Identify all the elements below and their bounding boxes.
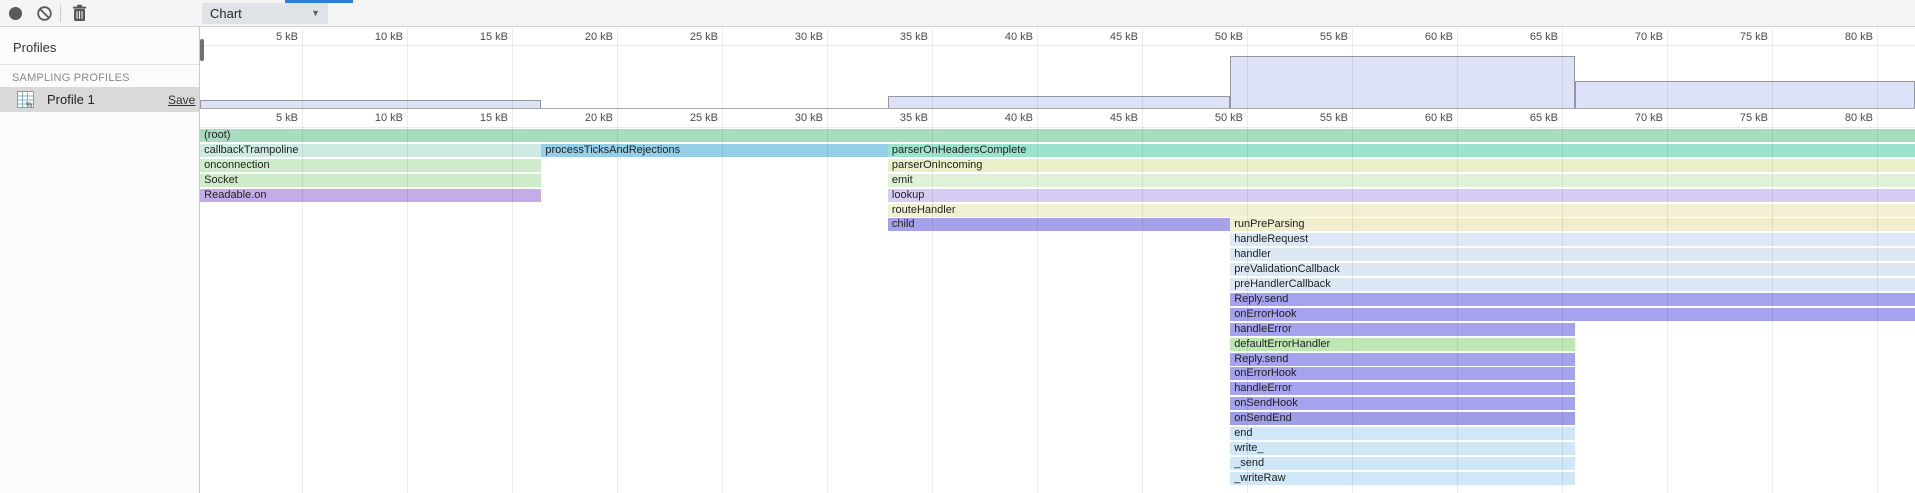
overview-ruler-tick-label: 15 kB xyxy=(448,31,508,43)
flame-ruler-tick-label: 30 kB xyxy=(763,112,823,124)
frame-parseronincoming[interactable]: parserOnIncoming xyxy=(888,159,1915,172)
svg-text:%: % xyxy=(26,102,32,108)
flame-ruler-tick-label: 40 kB xyxy=(973,112,1033,124)
flame-ruler-tick-label: 15 kB xyxy=(448,112,508,124)
record-icon[interactable] xyxy=(9,7,22,20)
overview-ruler-tick-label: 25 kB xyxy=(658,31,718,43)
frame-handlerequest[interactable]: handleRequest xyxy=(1230,233,1915,246)
toolbar-separator xyxy=(60,5,61,22)
gridline xyxy=(617,28,618,493)
flame-ruler-tick-label: 75 kB xyxy=(1708,112,1768,124)
flame-ruler-tick-label: 5 kB xyxy=(238,112,298,124)
frame-child[interactable]: child xyxy=(888,218,1230,231)
frame-reply-send[interactable]: Reply.send xyxy=(1230,293,1915,306)
frame-routehandler[interactable]: routeHandler xyxy=(888,204,1915,217)
frame-prevalidationcallback[interactable]: preValidationCallback xyxy=(1230,263,1915,276)
flame-ruler-tick-label: 10 kB xyxy=(343,112,403,124)
gridline xyxy=(827,28,828,493)
overview-ruler-tick-label: 60 kB xyxy=(1393,31,1453,43)
flame-ruler-tick-label: 65 kB xyxy=(1498,112,1558,124)
gridline xyxy=(722,28,723,493)
frame-defaulterrorhandler[interactable]: defaultErrorHandler xyxy=(1230,338,1574,351)
overview-memory-step xyxy=(1230,56,1574,108)
flame-ruler-tick-label: 70 kB xyxy=(1603,112,1663,124)
flame-ruler-tick-label: 25 kB xyxy=(658,112,718,124)
frame-socket[interactable]: Socket xyxy=(200,174,541,187)
profile-icon: % xyxy=(17,91,34,108)
flame-ruler-tick-label: 45 kB xyxy=(1078,112,1138,124)
flame-ruler-tick-label: 50 kB xyxy=(1183,112,1243,124)
trash-icon[interactable] xyxy=(71,4,88,23)
frame-onconnection[interactable]: onconnection xyxy=(200,159,541,172)
frame-handler[interactable]: handler xyxy=(1230,248,1915,261)
frame-end[interactable]: end xyxy=(1230,427,1574,440)
frame-handleerror[interactable]: handleError xyxy=(1230,382,1574,395)
frame-onsendend[interactable]: onSendEnd xyxy=(1230,412,1574,425)
frame-writeraw[interactable]: _writeRaw xyxy=(1230,472,1574,485)
sidebar-divider xyxy=(0,64,199,65)
profiler-panel: 5 kB 5 kB 10 kB 10 kB 15 kB 15 kB 20 kB 20 kB 25… xyxy=(0,0,1915,493)
overview-ruler-tick-label: 35 kB xyxy=(868,31,928,43)
overview-bottom-border xyxy=(200,108,1915,109)
flame-ruler-tick-label: 60 kB xyxy=(1393,112,1453,124)
frame-runpreparsing[interactable]: runPreParsing xyxy=(1230,218,1915,231)
flame-ruler-tick-label: 20 kB xyxy=(553,112,613,124)
frame-onerrorhook[interactable]: onErrorHook xyxy=(1230,308,1915,321)
frame-send[interactable]: _send xyxy=(1230,457,1574,470)
overview-ruler-tick-label: 75 kB xyxy=(1708,31,1768,43)
profile-name: Profile 1 xyxy=(47,92,95,107)
overview-ruler-tick-label: 45 kB xyxy=(1078,31,1138,43)
frame-processticksandrejections[interactable]: processTicksAndRejections xyxy=(541,144,888,157)
frame-handleerror[interactable]: handleError xyxy=(1230,323,1574,336)
frame-onsendhook[interactable]: onSendHook xyxy=(1230,397,1574,410)
overview-ruler-tick-label: 40 kB xyxy=(973,31,1033,43)
frame-readable-on[interactable]: Readable.on xyxy=(200,189,541,202)
toolbar: Chart ▼ xyxy=(0,0,1915,27)
overview-ruler-tick-label: 65 kB xyxy=(1498,31,1558,43)
overview-ruler-border xyxy=(200,45,1915,46)
clear-icon[interactable] xyxy=(36,5,53,22)
frame-emit[interactable]: emit xyxy=(888,174,1915,187)
save-profile-link[interactable]: Save xyxy=(168,93,195,107)
frame-callbacktrampoline[interactable]: callbackTrampoline xyxy=(200,144,541,157)
gridline xyxy=(512,28,513,493)
overview-ruler-tick-label: 55 kB xyxy=(1288,31,1348,43)
sidebar-item-profile-1[interactable]: % Profile 1 Save xyxy=(0,87,199,112)
overview-ruler-tick-label: 80 kB xyxy=(1813,31,1873,43)
overview-memory-step xyxy=(888,96,1230,108)
overview-ruler-tick-label: 70 kB xyxy=(1603,31,1663,43)
gridline xyxy=(302,28,303,493)
chart-view-select-value: Chart xyxy=(210,6,242,21)
active-tab-indicator xyxy=(285,0,353,3)
sidebar-section-label: SAMPLING PROFILES xyxy=(12,72,130,84)
frame-reply-send[interactable]: Reply.send xyxy=(1230,353,1574,366)
overview-ruler-tick-label: 50 kB xyxy=(1183,31,1243,43)
overview-ruler-tick-label: 10 kB xyxy=(343,31,403,43)
frame-parseronheaderscomplete[interactable]: parserOnHeadersComplete xyxy=(888,144,1915,157)
flame-ruler-tick-label: 80 kB xyxy=(1813,112,1873,124)
frame-onerrorhook[interactable]: onErrorHook xyxy=(1230,367,1574,380)
chevron-down-icon: ▼ xyxy=(311,3,320,24)
overview-ruler-tick-label: 30 kB xyxy=(763,31,823,43)
frame-lookup[interactable]: lookup xyxy=(888,189,1915,202)
flame-ruler-tick-label: 55 kB xyxy=(1288,112,1348,124)
frame-write[interactable]: write_ xyxy=(1230,442,1574,455)
chart-view-select[interactable]: Chart ▼ xyxy=(202,3,328,24)
frame-prehandlercallback[interactable]: preHandlerCallback xyxy=(1230,278,1915,291)
overview-ruler-tick-label: 5 kB xyxy=(238,31,298,43)
sidebar-title: Profiles xyxy=(13,40,56,55)
overview-memory-step xyxy=(1575,81,1915,108)
overview-ruler-tick-label: 20 kB xyxy=(553,31,613,43)
flame-ruler-tick-label: 35 kB xyxy=(868,112,928,124)
flame-chart-area: 5 kB 5 kB 10 kB 10 kB 15 kB 15 kB 20 kB 20 kB 25… xyxy=(0,0,1915,493)
overview-drag-handle[interactable] xyxy=(200,39,204,61)
frame-root[interactable]: (root) xyxy=(200,129,1915,142)
overview-memory-step xyxy=(200,100,541,108)
flame-ruler-border xyxy=(200,127,1915,128)
sidebar: Profiles SAMPLING PROFILES % Profile 1 S… xyxy=(0,27,200,493)
gridline xyxy=(407,28,408,493)
